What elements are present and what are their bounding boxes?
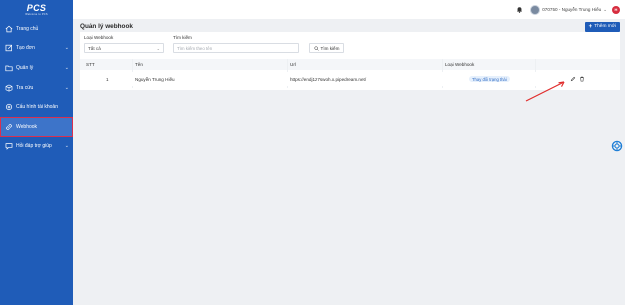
column-header-name: Tên [135, 62, 143, 67]
user-menu[interactable]: 070750 - Nguyễn Trung Hiếu [542, 7, 601, 12]
sidebar-item-help[interactable]: Hỏi đáp trợ giúp ⌄ [0, 137, 73, 157]
gear-icon [5, 103, 13, 111]
sidebar-item-label: Quản lý [16, 64, 34, 71]
chevron-down-icon: ⌄ [64, 45, 69, 52]
column-header-stt: STT [86, 62, 95, 67]
folder-icon [5, 64, 13, 72]
plus-icon: + [588, 23, 593, 30]
column-header-type: Loại Webhook [445, 62, 475, 67]
chevron-down-icon: ⌄ [64, 143, 69, 150]
chevron-down-icon: ⌄ [64, 64, 69, 71]
page-title: Quản lý webhook [80, 23, 133, 30]
chevron-down-icon[interactable]: ⌄ [603, 7, 607, 13]
add-button-label: Thêm mới [594, 24, 616, 29]
webhook-type-select[interactable]: Tất cả ⌄ [84, 43, 164, 53]
trash-icon[interactable] [579, 76, 585, 82]
box-icon [5, 84, 13, 92]
page-header: Quản lý webhook + Thêm mới [80, 21, 620, 32]
edit-icon [5, 44, 13, 52]
search-label: Tìm kiếm [173, 35, 192, 40]
sidebar-item-account-settings[interactable]: Cấu hình tài khoản [0, 97, 73, 117]
add-webhook-button[interactable]: + Thêm mới [584, 21, 620, 32]
webhook-type-value: Tất cả [88, 45, 101, 51]
chevron-down-icon: ⌄ [156, 45, 160, 51]
cell-name: Nguyễn Trung Hiếu [135, 76, 175, 82]
link-icon [5, 123, 13, 131]
sidebar-item-label: Tạo đơn [16, 45, 35, 52]
sidebar-nav: Trang chủ Tạo đơn ⌄ Quản lý ⌄ Tra cứu ⌄ … [0, 19, 73, 156]
sidebar-item-label: Trang chủ [16, 25, 39, 32]
search-button[interactable]: Tìm kiếm [309, 43, 344, 53]
table-header: STT Tên Url Loại Webhook [80, 59, 620, 70]
help-icon [5, 142, 13, 151]
home-icon [5, 25, 13, 33]
search-button-label: Tìm kiếm [320, 45, 340, 51]
sidebar-item-manage[interactable]: Quản lý ⌄ [0, 58, 73, 78]
column-header-url: Url [290, 62, 296, 67]
user-badge[interactable]: H [612, 5, 620, 14]
bell-icon[interactable] [516, 6, 523, 13]
sidebar-item-lookup[interactable]: Tra cứu ⌄ [0, 78, 73, 98]
logo[interactable]: PCS Welcome to PCS [0, 0, 73, 19]
search-input[interactable] [173, 43, 299, 53]
sidebar-item-label: Webhook [16, 123, 38, 130]
sidebar: PCS Welcome to PCS Trang chủ Tạo đơn ⌄ Q… [0, 0, 73, 305]
logo-text: PCS [26, 3, 47, 13]
change-status-button[interactable]: Thay đổi trạng thái [469, 75, 510, 83]
annotation-arrow [525, 81, 565, 102]
sidebar-item-label: Tra cứu [16, 84, 34, 91]
cell-stt: 1 [106, 76, 109, 82]
chevron-down-icon: ⌄ [64, 84, 69, 91]
sidebar-item-create-order[interactable]: Tạo đơn ⌄ [0, 39, 73, 59]
logo-tagline: Welcome to PCS [25, 13, 48, 16]
top-bar: 070750 - Nguyễn Trung Hiếu ⌄ H [73, 0, 625, 19]
webhook-type-label: Loại Webhook [84, 35, 114, 40]
edit-icon[interactable] [570, 76, 576, 82]
sidebar-item-label: Cấu hình tài khoản [16, 104, 58, 111]
sidebar-item-label: Hỏi đáp trợ giúp [16, 143, 52, 150]
sidebar-item-home[interactable]: Trang chủ [0, 19, 73, 39]
support-widget-icon[interactable] [611, 139, 623, 152]
avatar[interactable] [530, 4, 541, 15]
sidebar-item-webhook[interactable]: Webhook [0, 116, 73, 137]
search-icon [313, 45, 319, 51]
cell-url: https://endj1z7swoh.x.pipedream.net/ [290, 76, 367, 82]
